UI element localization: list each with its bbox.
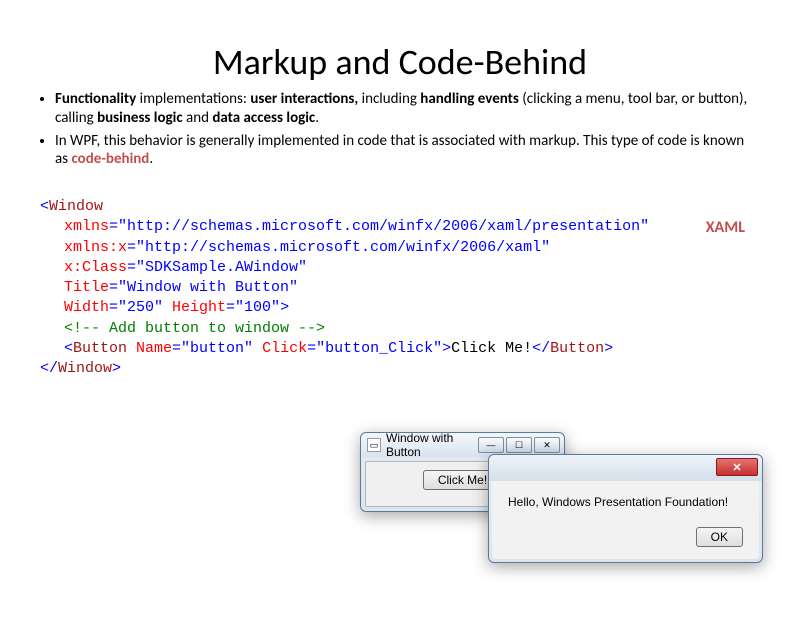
code-attr: Click [262, 340, 307, 357]
window-icon: ▭ [367, 438, 381, 452]
text: and [183, 109, 213, 127]
text-emphasis: code-behind [71, 150, 149, 168]
code-val: ="250" [109, 299, 172, 316]
text-bold: business logic [97, 109, 183, 127]
code-line: xmlns="http://schemas.microsoft.com/winf… [40, 217, 800, 237]
code-attr: Title [64, 279, 109, 296]
code-val: ="http://schemas.microsoft.com/winfx/200… [109, 218, 649, 235]
window-title: Window with Button [386, 431, 478, 459]
message-body: Hello, Windows Presentation Foundation! … [492, 481, 759, 559]
code-tag: Button [73, 340, 136, 357]
code-punct: > [604, 340, 613, 357]
code-val: ="Window with Button" [109, 279, 298, 296]
code-tag: Window [58, 360, 112, 377]
xaml-label: XAML [706, 218, 745, 237]
code-val: ="SDKSample.AWindow" [127, 259, 307, 276]
code-attr: Name [136, 340, 172, 357]
text: . [149, 150, 153, 168]
code-punct: > [112, 360, 121, 377]
text-bold: Functionality [55, 90, 136, 108]
code-val: ="100" [226, 299, 280, 316]
text: including [358, 90, 420, 108]
code-attr: xmlns [64, 218, 109, 235]
ok-button[interactable]: OK [696, 527, 743, 547]
code-punct: </ [532, 340, 550, 357]
text-bold: user interactions, [250, 90, 358, 108]
code-comment: <!-- Add button to window --> [64, 320, 325, 337]
code-attr: Width [64, 299, 109, 316]
text: . [315, 109, 319, 127]
code-punct: < [40, 198, 49, 215]
slide-title: Markup and Code-Behind [0, 40, 800, 84]
code-punct: < [64, 340, 73, 357]
code-line: <!-- Add button to window --> [40, 319, 800, 339]
text: In WPF, this behavior is generally imple… [55, 132, 744, 169]
code-attr: Height [172, 299, 226, 316]
code-line: </Window> [40, 359, 800, 379]
code-line: Width="250" Height="100"> [40, 298, 800, 318]
code-punct: > [442, 340, 451, 357]
bullet-2: In WPF, this behavior is generally imple… [55, 132, 760, 170]
code-attr: x:Class [64, 259, 127, 276]
code-block: <Window xmlns="http://schemas.microsoft.… [40, 197, 800, 379]
code-text: Click Me! [451, 340, 532, 357]
code-tag: Button [550, 340, 604, 357]
bullet-1: Functionality implementations: user inte… [55, 90, 760, 128]
maximize-button[interactable]: ☐ [506, 437, 532, 453]
text-bold: data access logic [212, 109, 315, 127]
minimize-button[interactable]: — [478, 437, 504, 453]
code-attr: xmlns:x [64, 239, 127, 256]
message-text: Hello, Windows Presentation Foundation! [508, 495, 743, 509]
code-line: Title="Window with Button" [40, 278, 800, 298]
titlebar[interactable]: ✕ [489, 455, 762, 481]
code-punct: > [280, 299, 289, 316]
code-line: <Window [40, 197, 800, 217]
code-punct: </ [40, 360, 58, 377]
close-button[interactable]: ✕ [534, 437, 560, 453]
code-val: ="http://schemas.microsoft.com/winfx/200… [127, 239, 550, 256]
text: implementations: [136, 90, 250, 108]
code-line: x:Class="SDKSample.AWindow" [40, 258, 800, 278]
message-box: ✕ Hello, Windows Presentation Foundation… [488, 454, 763, 563]
code-line: <Button Name="button" Click="button_Clic… [40, 339, 800, 359]
code-tag: Window [49, 198, 103, 215]
close-button[interactable]: ✕ [716, 458, 758, 476]
code-val: ="button" [172, 340, 262, 357]
code-val: ="button_Click" [307, 340, 442, 357]
bullet-list: Functionality implementations: user inte… [55, 90, 760, 169]
code-line: xmlns:x="http://schemas.microsoft.com/wi… [40, 238, 800, 258]
text-bold: handling events [420, 90, 519, 108]
